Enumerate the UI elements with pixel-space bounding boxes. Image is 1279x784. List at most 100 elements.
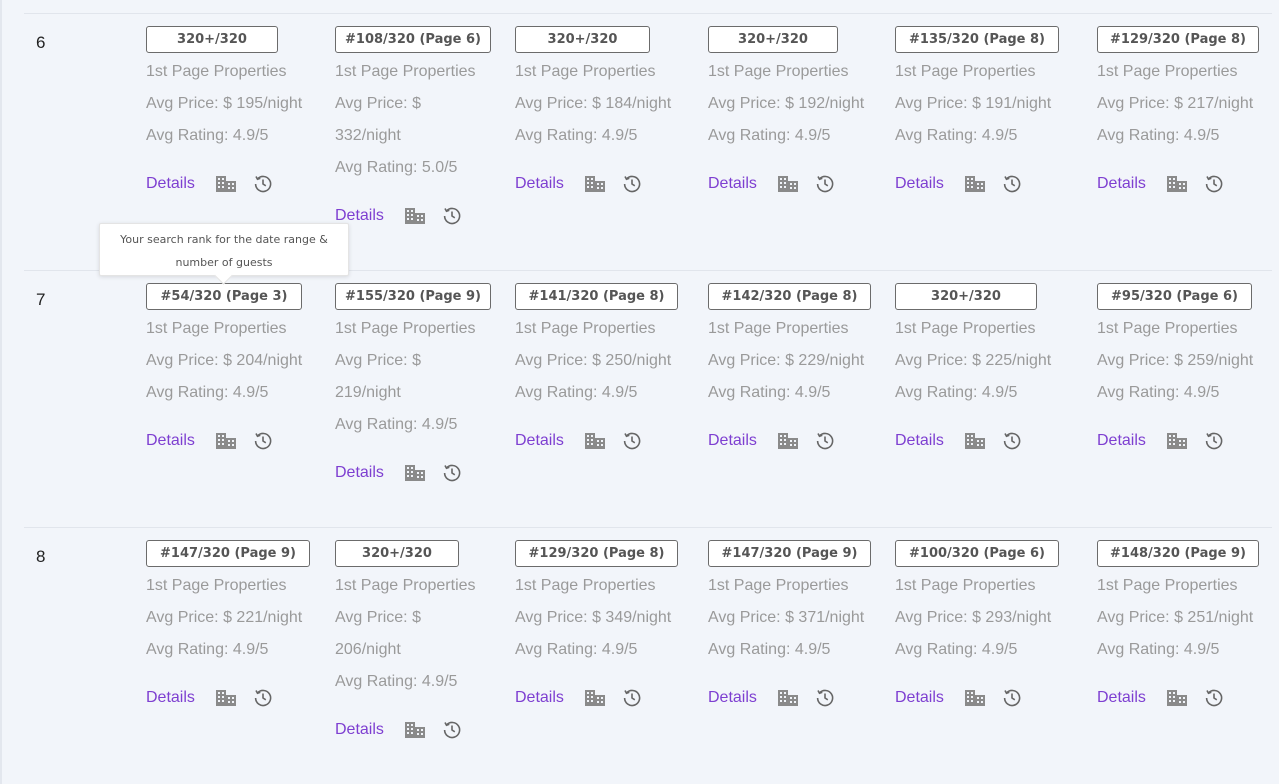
rank-badge[interactable]: #147/320 (Page 9): [146, 540, 310, 567]
avg-price: Avg Price: $ 332/night: [335, 95, 421, 144]
history-clock-icon[interactable]: [1204, 174, 1224, 194]
details-link[interactable]: Details: [895, 175, 944, 193]
avg-price: Avg Price: $ 225/night: [895, 352, 1052, 369]
history-clock-icon[interactable]: [622, 688, 642, 708]
rank-badge[interactable]: #108/320 (Page 6): [335, 26, 491, 53]
rank-badge[interactable]: #54/320 (Page 3): [146, 283, 302, 310]
details-link[interactable]: Details: [146, 175, 195, 193]
building-icon[interactable]: [1166, 175, 1188, 193]
rank-badge[interactable]: 320+/320: [895, 283, 1037, 310]
details-link[interactable]: Details: [146, 689, 195, 707]
building-icon[interactable]: [215, 432, 237, 450]
rank-badge[interactable]: #135/320 (Page 8): [895, 26, 1059, 53]
details-link[interactable]: Details: [708, 175, 757, 193]
building-icon[interactable]: [964, 432, 986, 450]
rank-badge[interactable]: #155/320 (Page 9): [335, 283, 491, 310]
avg-rating: Avg Rating: 5.0/5: [335, 159, 458, 176]
building-icon[interactable]: [964, 175, 986, 193]
building-icon[interactable]: [404, 721, 426, 739]
avg-rating: Avg Rating: 4.9/5: [708, 127, 831, 144]
history-clock-icon[interactable]: [1204, 431, 1224, 451]
details-link[interactable]: Details: [1097, 689, 1146, 707]
history-clock-icon[interactable]: [1002, 431, 1022, 451]
history-clock-icon[interactable]: [442, 463, 462, 483]
rank-badge[interactable]: #142/320 (Page 8): [708, 283, 871, 310]
details-link[interactable]: Details: [146, 432, 195, 450]
building-icon[interactable]: [584, 432, 606, 450]
details-link[interactable]: Details: [515, 175, 564, 193]
history-clock-icon[interactable]: [1002, 688, 1022, 708]
rank-badge[interactable]: 320+/320: [708, 26, 838, 53]
history-clock-icon[interactable]: [1002, 174, 1022, 194]
history-clock-icon[interactable]: [622, 431, 642, 451]
avg-price: Avg Price: $ 293/night: [895, 609, 1052, 626]
history-clock-icon[interactable]: [253, 174, 273, 194]
details-link[interactable]: Details: [335, 464, 384, 482]
building-icon[interactable]: [964, 689, 986, 707]
details-link[interactable]: Details: [895, 432, 944, 450]
rank-cell: #147/320 (Page 9) 1st Page Properties Av…: [708, 540, 873, 710]
details-link[interactable]: Details: [335, 721, 384, 739]
building-icon[interactable]: [584, 175, 606, 193]
history-clock-icon[interactable]: [815, 688, 835, 708]
building-icon[interactable]: [404, 207, 426, 225]
first-page-label: 1st Page Properties: [1097, 577, 1238, 594]
cell-actions: Details: [895, 686, 1065, 710]
building-icon[interactable]: [404, 464, 426, 482]
rank-cell: #141/320 (Page 8) 1st Page Properties Av…: [515, 283, 685, 453]
first-page-label: 1st Page Properties: [146, 320, 287, 337]
row-label: 6: [36, 33, 46, 52]
building-icon[interactable]: [777, 175, 799, 193]
avg-price: Avg Price: $ 229/night: [708, 352, 865, 369]
avg-price: Avg Price: $ 349/night: [515, 609, 672, 626]
building-icon[interactable]: [777, 432, 799, 450]
history-clock-icon[interactable]: [815, 431, 835, 451]
building-icon[interactable]: [1166, 432, 1188, 450]
history-clock-icon[interactable]: [442, 206, 462, 226]
first-page-label: 1st Page Properties: [1097, 63, 1238, 80]
rank-badge[interactable]: #148/320 (Page 9): [1097, 540, 1259, 567]
rank-badge[interactable]: #129/320 (Page 8): [1097, 26, 1259, 53]
rank-badge[interactable]: 320+/320: [515, 26, 650, 53]
first-page-label: 1st Page Properties: [708, 577, 849, 594]
cell-actions: Details: [708, 686, 873, 710]
avg-price: Avg Price: $ 192/night: [708, 95, 865, 112]
rank-cell: 320+/320 1st Page Properties Avg Price: …: [335, 540, 491, 742]
history-clock-icon[interactable]: [253, 431, 273, 451]
building-icon[interactable]: [215, 689, 237, 707]
details-link[interactable]: Details: [1097, 175, 1146, 193]
rank-badge[interactable]: 320+/320: [335, 540, 459, 567]
rank-cell: #108/320 (Page 6) 1st Page Properties Av…: [335, 26, 491, 228]
cell-actions: Details: [708, 429, 873, 453]
details-link[interactable]: Details: [1097, 432, 1146, 450]
avg-price: Avg Price: $ 191/night: [895, 95, 1052, 112]
history-clock-icon[interactable]: [815, 174, 835, 194]
rank-badge[interactable]: #100/320 (Page 6): [895, 540, 1059, 567]
history-clock-icon[interactable]: [253, 688, 273, 708]
details-link[interactable]: Details: [515, 689, 564, 707]
history-clock-icon[interactable]: [622, 174, 642, 194]
cell-actions: Details: [895, 429, 1065, 453]
history-clock-icon[interactable]: [442, 720, 462, 740]
rank-cell: #95/320 (Page 6) 1st Page Properties Avg…: [1097, 283, 1267, 453]
cell-actions: Details: [895, 172, 1065, 196]
rank-cell: #100/320 (Page 6) 1st Page Properties Av…: [895, 540, 1065, 710]
rank-badge[interactable]: #95/320 (Page 6): [1097, 283, 1252, 310]
building-icon[interactable]: [1166, 689, 1188, 707]
building-icon[interactable]: [777, 689, 799, 707]
details-link[interactable]: Details: [708, 432, 757, 450]
rank-badge[interactable]: #141/320 (Page 8): [515, 283, 678, 310]
rank-badge[interactable]: #147/320 (Page 9): [708, 540, 871, 567]
details-link[interactable]: Details: [708, 689, 757, 707]
cell-actions: Details: [335, 461, 491, 485]
details-link[interactable]: Details: [895, 689, 944, 707]
rank-cell: #155/320 (Page 9) 1st Page Properties Av…: [335, 283, 491, 485]
cell-actions: Details: [335, 718, 491, 742]
building-icon[interactable]: [215, 175, 237, 193]
rank-badge[interactable]: 320+/320: [146, 26, 278, 53]
rank-badge[interactable]: #129/320 (Page 8): [515, 540, 678, 567]
details-link[interactable]: Details: [515, 432, 564, 450]
avg-price: Avg Price: $ 206/night: [335, 609, 421, 658]
building-icon[interactable]: [584, 689, 606, 707]
history-clock-icon[interactable]: [1204, 688, 1224, 708]
